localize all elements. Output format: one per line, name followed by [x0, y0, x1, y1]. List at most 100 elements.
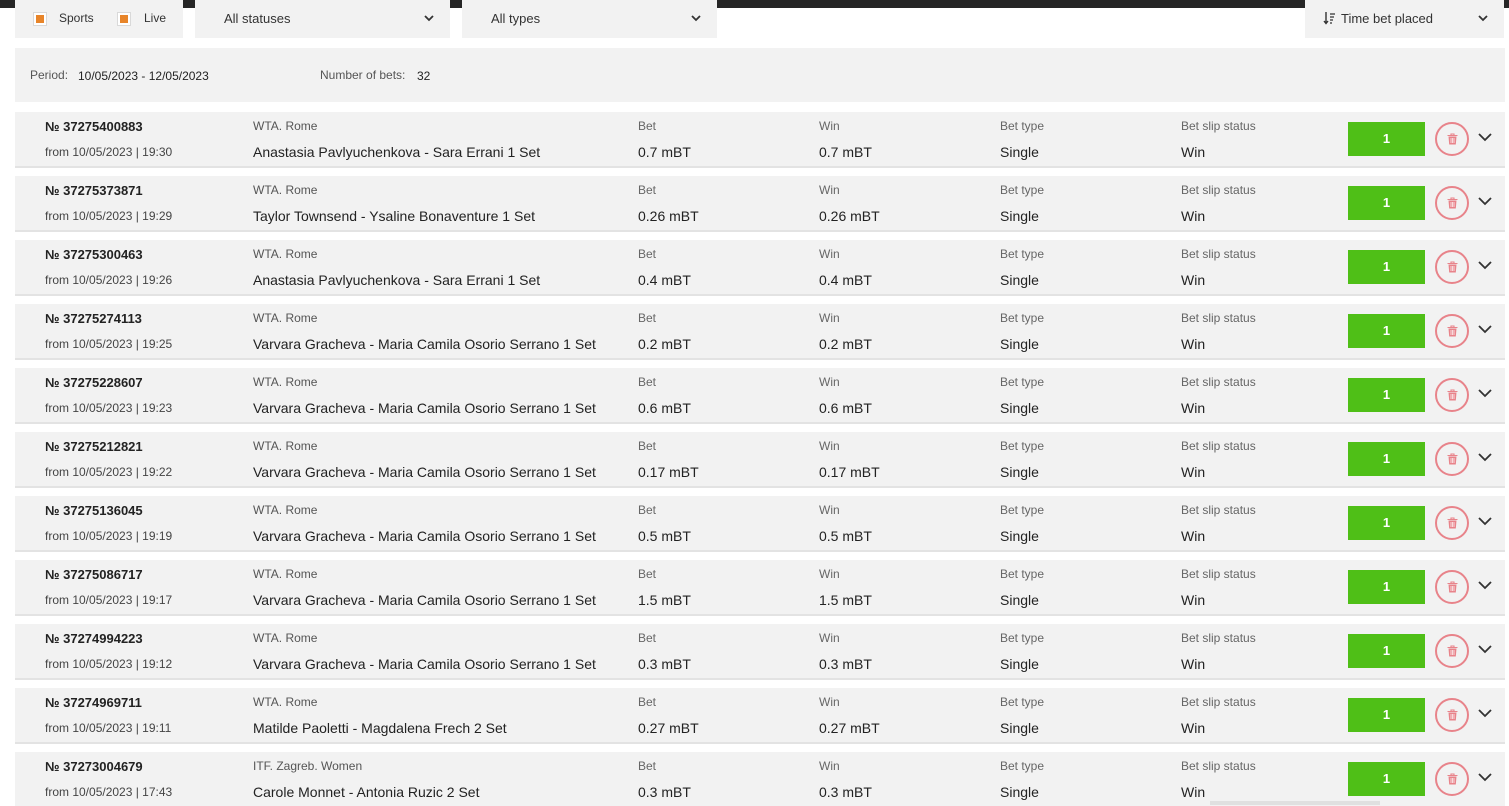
- bet-status: Win: [1181, 464, 1206, 480]
- bet-status-label: Bet slip status: [1181, 439, 1256, 453]
- events-count-button[interactable]: 1: [1348, 314, 1425, 348]
- expand-chevron-icon[interactable]: [1477, 257, 1493, 273]
- bet-match: Anastasia Pavlyuchenkova - Sara Errani 1…: [253, 272, 541, 288]
- bet-type: Single: [1000, 464, 1039, 480]
- bet-league: WTA. Rome: [253, 567, 318, 581]
- bet-match: Varvara Gracheva - Maria Camila Osorio S…: [253, 528, 596, 544]
- bet-amount: 0.5 mBT: [638, 528, 691, 544]
- bet-amount-label: Bet: [638, 247, 657, 261]
- bet-type-label: Bet type: [1000, 183, 1045, 197]
- bet-type: Single: [1000, 528, 1039, 544]
- sports-checkbox-label[interactable]: Sports: [59, 11, 94, 25]
- expand-chevron-icon[interactable]: [1477, 641, 1493, 657]
- bet-league: WTA. Rome: [253, 119, 318, 133]
- bet-date: from 10/05/2023 | 19:12: [45, 657, 173, 671]
- bet-match: Taylor Townsend - Ysaline Bonaventure 1 …: [253, 208, 535, 224]
- bet-type-label: Bet type: [1000, 311, 1045, 325]
- delete-bet-button[interactable]: [1435, 506, 1469, 540]
- expand-chevron-icon[interactable]: [1477, 385, 1493, 401]
- sort-icon: [1323, 12, 1335, 25]
- bet-row[interactable]: № 37273004679 from 10/05/2023 | 17:43 IT…: [15, 752, 1505, 806]
- expand-chevron-icon[interactable]: [1477, 513, 1493, 529]
- bet-type: Single: [1000, 592, 1039, 608]
- bet-status-label: Bet slip status: [1181, 503, 1256, 517]
- bet-amount: 1.5 mBT: [638, 592, 691, 608]
- bet-type-label: Bet type: [1000, 375, 1045, 389]
- events-count-button[interactable]: 1: [1348, 506, 1425, 540]
- trash-icon: [1447, 709, 1458, 721]
- delete-bet-button[interactable]: [1435, 698, 1469, 732]
- bet-type: Single: [1000, 784, 1039, 800]
- bet-status: Win: [1181, 336, 1206, 352]
- expand-chevron-icon[interactable]: [1477, 449, 1493, 465]
- events-count-button[interactable]: 1: [1348, 186, 1425, 220]
- events-count-button[interactable]: 1: [1348, 442, 1425, 476]
- bet-row[interactable]: № 37275228607 from 10/05/2023 | 19:23 WT…: [15, 368, 1505, 422]
- horizontal-scrollbar[interactable]: [1210, 801, 1380, 805]
- win-amount-label: Win: [819, 375, 840, 389]
- delete-bet-button[interactable]: [1435, 634, 1469, 668]
- delete-bet-button[interactable]: [1435, 250, 1469, 284]
- events-count-button[interactable]: 1: [1348, 378, 1425, 412]
- type-dropdown[interactable]: All types: [462, 0, 717, 38]
- bet-count-label: Number of bets:: [320, 68, 406, 82]
- win-amount: 0.4 mBT: [819, 272, 872, 288]
- events-count-button[interactable]: 1: [1348, 762, 1425, 796]
- bet-type: Single: [1000, 656, 1039, 672]
- win-amount-label: Win: [819, 311, 840, 325]
- bet-row[interactable]: № 37274969711 from 10/05/2023 | 19:11 WT…: [15, 688, 1505, 742]
- bet-type-label: Bet type: [1000, 247, 1045, 261]
- status-dropdown[interactable]: All statuses: [195, 0, 450, 38]
- delete-bet-button[interactable]: [1435, 570, 1469, 604]
- bet-number: № 37275373871: [45, 183, 143, 198]
- win-amount-label: Win: [819, 247, 840, 261]
- expand-chevron-icon[interactable]: [1477, 769, 1493, 785]
- bet-type-label: Bet type: [1000, 695, 1045, 709]
- bet-status: Win: [1181, 272, 1206, 288]
- events-count-button[interactable]: 1: [1348, 250, 1425, 284]
- bet-type-label: Bet type: [1000, 119, 1045, 133]
- delete-bet-button[interactable]: [1435, 378, 1469, 412]
- expand-chevron-icon[interactable]: [1477, 705, 1493, 721]
- delete-bet-button[interactable]: [1435, 314, 1469, 348]
- bet-amount: 0.27 mBT: [638, 720, 699, 736]
- bet-league: ITF. Zagreb. Women: [253, 759, 363, 773]
- bet-row[interactable]: № 37275400883 from 10/05/2023 | 19:30 WT…: [15, 112, 1505, 166]
- bet-status: Win: [1181, 208, 1206, 224]
- bet-row[interactable]: № 37275212821 from 10/05/2023 | 19:22 WT…: [15, 432, 1505, 486]
- events-count-button[interactable]: 1: [1348, 698, 1425, 732]
- win-amount: 1.5 mBT: [819, 592, 872, 608]
- bet-league: WTA. Rome: [253, 695, 318, 709]
- trash-icon: [1447, 261, 1458, 273]
- bet-status: Win: [1181, 784, 1206, 800]
- events-count-button[interactable]: 1: [1348, 634, 1425, 668]
- expand-chevron-icon[interactable]: [1477, 129, 1493, 145]
- win-amount: 0.3 mBT: [819, 656, 872, 672]
- bet-kind-filter: Sports Live: [15, 0, 183, 38]
- bet-row[interactable]: № 37275274113 from 10/05/2023 | 19:25 WT…: [15, 304, 1505, 358]
- delete-bet-button[interactable]: [1435, 762, 1469, 796]
- bet-row[interactable]: № 37275300463 from 10/05/2023 | 19:26 WT…: [15, 240, 1505, 294]
- delete-bet-button[interactable]: [1435, 186, 1469, 220]
- expand-chevron-icon[interactable]: [1477, 321, 1493, 337]
- bet-status-label: Bet slip status: [1181, 119, 1256, 133]
- events-count-button[interactable]: 1: [1348, 122, 1425, 156]
- bet-row[interactable]: № 37275136045 from 10/05/2023 | 19:19 WT…: [15, 496, 1505, 550]
- bet-amount: 0.4 mBT: [638, 272, 691, 288]
- expand-chevron-icon[interactable]: [1477, 193, 1493, 209]
- sort-dropdown[interactable]: Time bet placed: [1305, 0, 1504, 38]
- sports-checkbox[interactable]: [33, 12, 47, 26]
- win-amount-label: Win: [819, 695, 840, 709]
- trash-icon: [1447, 197, 1458, 209]
- live-checkbox-label[interactable]: Live: [144, 11, 166, 25]
- expand-chevron-icon[interactable]: [1477, 577, 1493, 593]
- chevron-down-icon: [691, 15, 701, 22]
- bet-row[interactable]: № 37274994223 from 10/05/2023 | 19:12 WT…: [15, 624, 1505, 678]
- delete-bet-button[interactable]: [1435, 442, 1469, 476]
- live-checkbox[interactable]: [117, 12, 131, 26]
- bet-row[interactable]: № 37275373871 from 10/05/2023 | 19:29 WT…: [15, 176, 1505, 230]
- delete-bet-button[interactable]: [1435, 122, 1469, 156]
- bet-row[interactable]: № 37275086717 from 10/05/2023 | 19:17 WT…: [15, 560, 1505, 614]
- win-amount-label: Win: [819, 759, 840, 773]
- events-count-button[interactable]: 1: [1348, 570, 1425, 604]
